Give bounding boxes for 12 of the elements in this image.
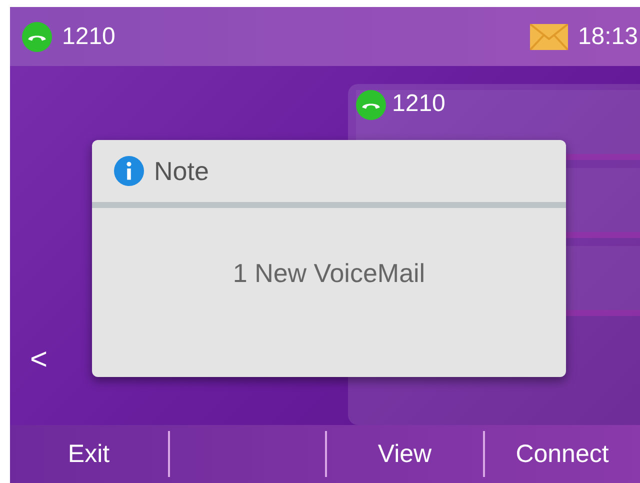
softkey[interactable]: Connect	[482, 431, 640, 477]
clock-time: 18:13	[578, 22, 638, 50]
phone-icon	[22, 22, 52, 52]
dialog-title: Note	[154, 156, 209, 186]
softkey[interactable]: View	[325, 431, 482, 477]
envelope-icon	[530, 24, 568, 50]
back-arrow[interactable]: <	[30, 343, 48, 377]
info-icon	[114, 156, 144, 186]
phone-icon	[356, 90, 386, 120]
dialog-message: 1 New VoiceMail	[232, 258, 426, 290]
account-number: 1210	[62, 22, 116, 50]
softkey[interactable]: Exit	[10, 431, 168, 477]
